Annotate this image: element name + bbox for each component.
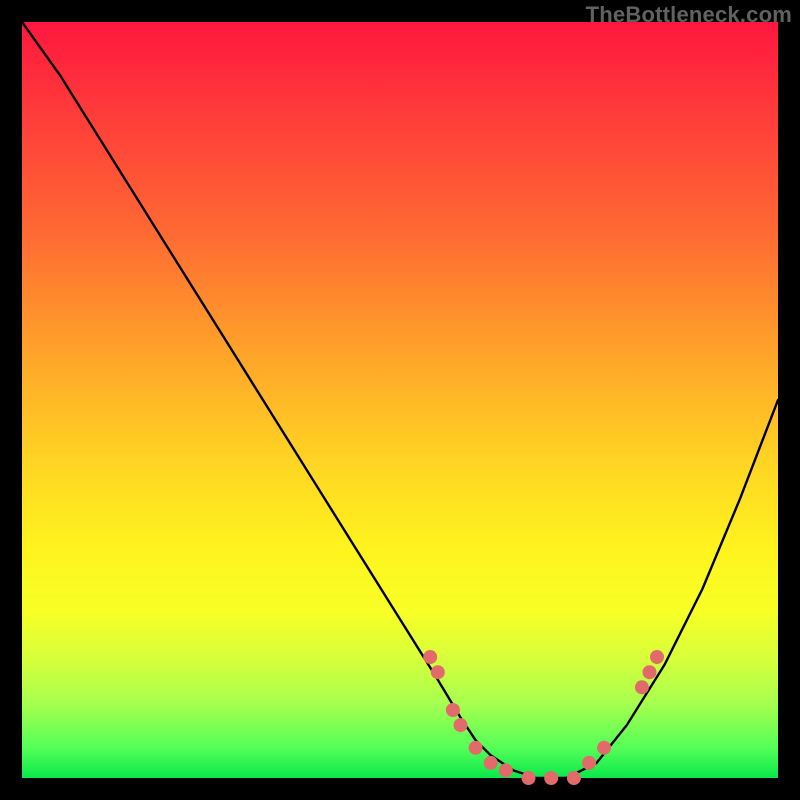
data-marker bbox=[484, 756, 498, 770]
bottleneck-curve bbox=[22, 22, 778, 778]
data-marker bbox=[469, 741, 483, 755]
chart-svg bbox=[22, 22, 778, 778]
data-marker bbox=[423, 650, 437, 664]
data-marker bbox=[643, 665, 657, 679]
data-marker bbox=[499, 763, 513, 777]
data-marker bbox=[544, 771, 558, 785]
data-marker bbox=[582, 756, 596, 770]
data-marker bbox=[650, 650, 664, 664]
chart-frame bbox=[22, 22, 778, 778]
data-marker bbox=[635, 680, 649, 694]
data-marker bbox=[454, 718, 468, 732]
data-marker bbox=[522, 771, 536, 785]
data-marker bbox=[446, 703, 460, 717]
watermark-text: TheBottleneck.com bbox=[586, 2, 792, 28]
data-marker bbox=[597, 741, 611, 755]
data-marker bbox=[431, 665, 445, 679]
data-marker bbox=[567, 771, 581, 785]
